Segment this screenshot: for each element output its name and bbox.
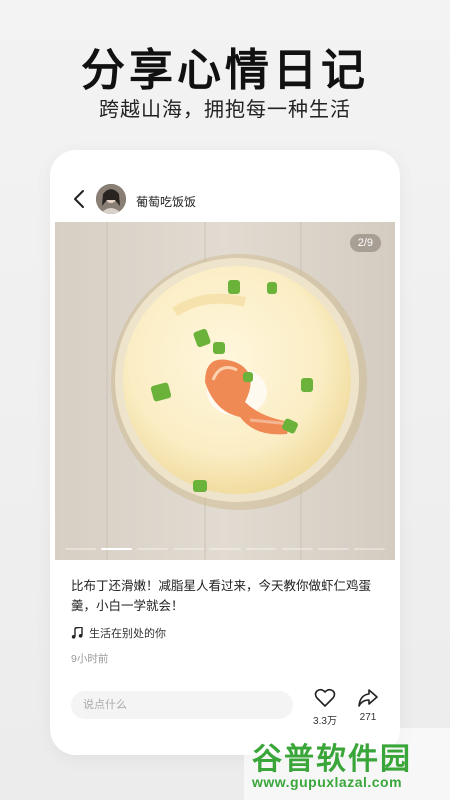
post-image[interactable]: 2/9 — [55, 222, 395, 560]
progress-dot — [317, 548, 349, 550]
like-button[interactable]: 3.3万 — [308, 688, 342, 727]
share-count: 271 — [359, 712, 377, 723]
back-icon[interactable] — [72, 189, 86, 209]
post-header: 葡萄吃饭饭 — [50, 150, 400, 222]
site-watermark: 谷普软件园 www.gupuxlazal.com — [244, 728, 450, 800]
music-tag[interactable]: 生活在别处的你 — [71, 625, 166, 641]
image-progress-dots — [65, 548, 385, 550]
avatar[interactable] — [96, 184, 126, 214]
image-page-indicator: 2/9 — [349, 234, 381, 252]
egg-custard-photo — [55, 222, 395, 560]
post-caption: 比布丁还滑嫩！减脂星人看过来，今天教你做虾仁鸡蛋羹，小白一学就会！ — [71, 579, 372, 613]
progress-dot — [137, 548, 169, 550]
like-count: 3.3万 — [313, 716, 337, 727]
post-card: 葡萄吃饭饭 2/9 比布丁还滑嫩！减脂星人看过来，今天教你做虾仁鸡蛋羹，小白一学… — [50, 150, 400, 755]
progress-dot — [173, 548, 205, 550]
post-timestamp: 9小时前 — [71, 653, 109, 665]
heart-icon — [314, 688, 336, 707]
promo-subline: 跨越山海，拥抱每一种生活 — [99, 99, 351, 121]
comment-input[interactable]: 说点什么 — [71, 691, 293, 719]
progress-dot — [281, 548, 313, 550]
progress-dot — [353, 548, 385, 550]
progress-dot — [245, 548, 277, 550]
progress-dot-active — [101, 548, 133, 550]
promo-headline: 分享心情日记 — [81, 46, 369, 95]
watermark-title: 谷普软件园 — [252, 743, 412, 776]
music-title: 生活在别处的你 — [89, 628, 166, 640]
username[interactable]: 葡萄吃饭饭 — [136, 193, 196, 210]
progress-dot — [209, 548, 241, 550]
share-icon — [358, 689, 378, 707]
watermark-url: www.gupuxlazal.com — [252, 774, 403, 790]
share-button[interactable]: 271 — [351, 688, 385, 723]
music-note-icon — [71, 627, 83, 639]
progress-dot — [65, 548, 97, 550]
